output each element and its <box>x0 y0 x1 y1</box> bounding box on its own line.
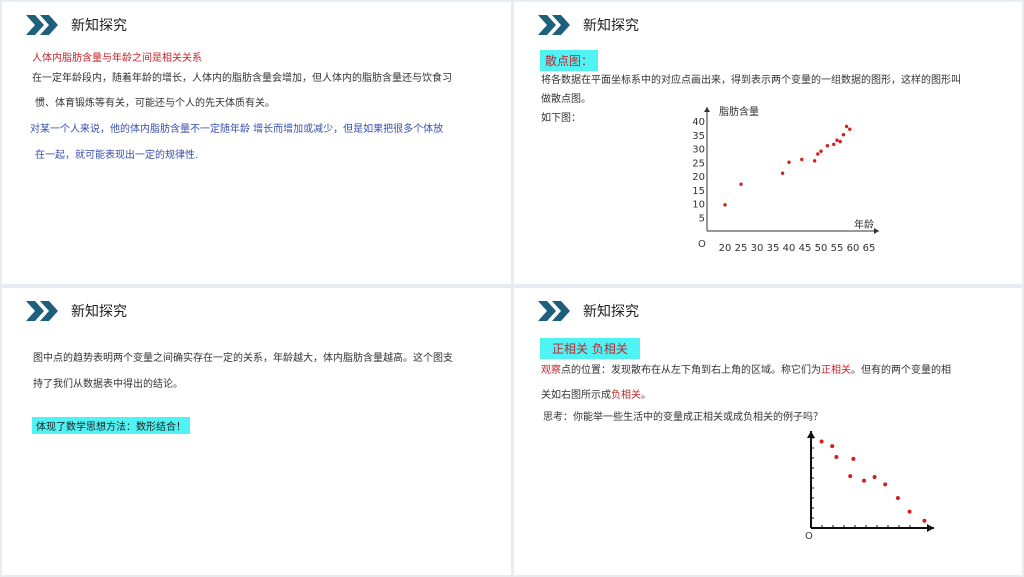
scatter-point <box>851 456 856 461</box>
scatter-chart-age-fat: 脂肪含量年龄O 20 25 30 35 40 45 50 55 60 655101520253035… <box>692 105 879 254</box>
y-axis-arrow-icon <box>807 431 815 438</box>
x-tick-label: 55 <box>831 243 844 254</box>
y-tick-label: 35 <box>692 131 705 142</box>
x-tick-label: 60 <box>847 243 860 254</box>
y-tick-label: 15 <box>692 186 705 197</box>
double-chevron-icon <box>26 15 58 35</box>
scatter-point <box>838 139 842 144</box>
y-axis-label: 脂肪含量 <box>719 105 759 118</box>
x-tick-label: 65 <box>863 243 876 254</box>
scatter-point <box>723 203 727 207</box>
scatter-point <box>862 478 866 483</box>
panel-header: 新知探究 <box>26 14 127 36</box>
scatter-chart-negative: O <box>805 431 934 542</box>
paragraph-2-line-1: 对某一个人来说，他的体内脂肪含量不一定随年龄 增长而增加或减少，但是如果把很多个… <box>30 124 444 135</box>
panel-header: 新知探究 <box>26 300 127 322</box>
scatter-point <box>800 157 804 162</box>
scatter-point <box>819 149 823 153</box>
x-axis-arrow-icon <box>927 524 934 532</box>
scatter-point <box>848 474 853 479</box>
scatter-point <box>907 509 912 514</box>
scatter-point <box>816 152 820 156</box>
slide-panel-2: 新知探究 散点图： 将各数据在平面坐标系中的对应点画出来，得到表示两个变量的一组… <box>514 2 1022 284</box>
scatter-point <box>922 518 927 523</box>
scatter-point <box>872 475 877 480</box>
slide-panel-4: 新知探究 正相关 负相关 观察点的位置：发现散布在从左下角到右上角的区域。称它们… <box>514 288 1022 575</box>
panel-title: 新知探究 <box>71 18 127 34</box>
panel-title: 新知探究 <box>71 304 127 320</box>
paragraph-1-line-2: 惯、体育锻炼等有关，可能还与个人的先天体质有关。 <box>35 98 275 109</box>
scatter-point <box>844 124 849 129</box>
scatter-point <box>830 444 835 449</box>
y-tick-label: 30 <box>692 145 705 156</box>
x-axis-arrow-icon <box>874 228 879 234</box>
x-tick-label: 30 <box>751 243 764 254</box>
scatter-point <box>841 133 846 137</box>
y-tick-label: 5 <box>699 213 705 224</box>
x-tick-label: 40 <box>783 243 796 254</box>
y-axis-arrow-icon <box>704 107 710 112</box>
x-tick-label: 50 <box>815 243 828 254</box>
paragraph-1-line-1: 在一定年龄段内，随着年龄的增长，人体内的脂肪含量会增加，但人体内的脂肪含量还与饮… <box>32 73 452 84</box>
y-tick-label: 40 <box>692 117 705 128</box>
subtitle: 人体内脂肪含量与年龄之间是相关关系 <box>32 53 202 64</box>
scatter-point <box>780 171 785 175</box>
scatter-point <box>834 455 839 460</box>
double-chevron-icon <box>26 301 58 321</box>
scatter-point <box>832 142 836 147</box>
y-tick-label: 25 <box>692 158 705 169</box>
origin-label: O <box>805 531 813 542</box>
x-tick-label: 20 <box>719 243 732 254</box>
x-axis-label: 年龄 <box>854 218 874 231</box>
x-tick-label: 45 <box>799 243 812 254</box>
scatter-point <box>819 439 824 444</box>
scatter-point <box>835 138 839 142</box>
scatter-point <box>812 159 817 163</box>
slide-panel-3: 新知探究 图中点的趋势表明两个变量之间确实存在一定的关系，年龄越大，体内脂肪含量… <box>2 288 511 575</box>
slide-panel-1: 新知探究 人体内脂肪含量与年龄之间是相关关系 在一定年龄段内，随着年龄的增长，人… <box>2 2 511 284</box>
y-tick-label: 20 <box>692 172 705 183</box>
x-tick-label: 35 <box>767 243 780 254</box>
conclusion-line-2: 持了我们从数据表中得出的结论。 <box>33 379 183 390</box>
scatter-point <box>895 495 900 500</box>
scatter-point <box>787 160 791 164</box>
scatter-point <box>739 182 743 186</box>
x-tick-label: 25 <box>735 243 748 254</box>
origin-label: O <box>698 239 706 250</box>
conclusion-line-1: 图中点的趋势表明两个变量之间确实存在一定的关系，年龄越大，体内脂肪含量越高。这个… <box>33 353 453 364</box>
scatter-point <box>883 482 888 487</box>
y-tick-label: 10 <box>692 200 705 211</box>
math-method-badge: 体现了数学思想方法：数形结合！ <box>32 417 190 434</box>
scatter-point <box>825 144 830 148</box>
paragraph-2-line-2: 在一起，就可能表现出一定的规律性. <box>35 150 199 161</box>
scatter-point <box>848 127 852 131</box>
